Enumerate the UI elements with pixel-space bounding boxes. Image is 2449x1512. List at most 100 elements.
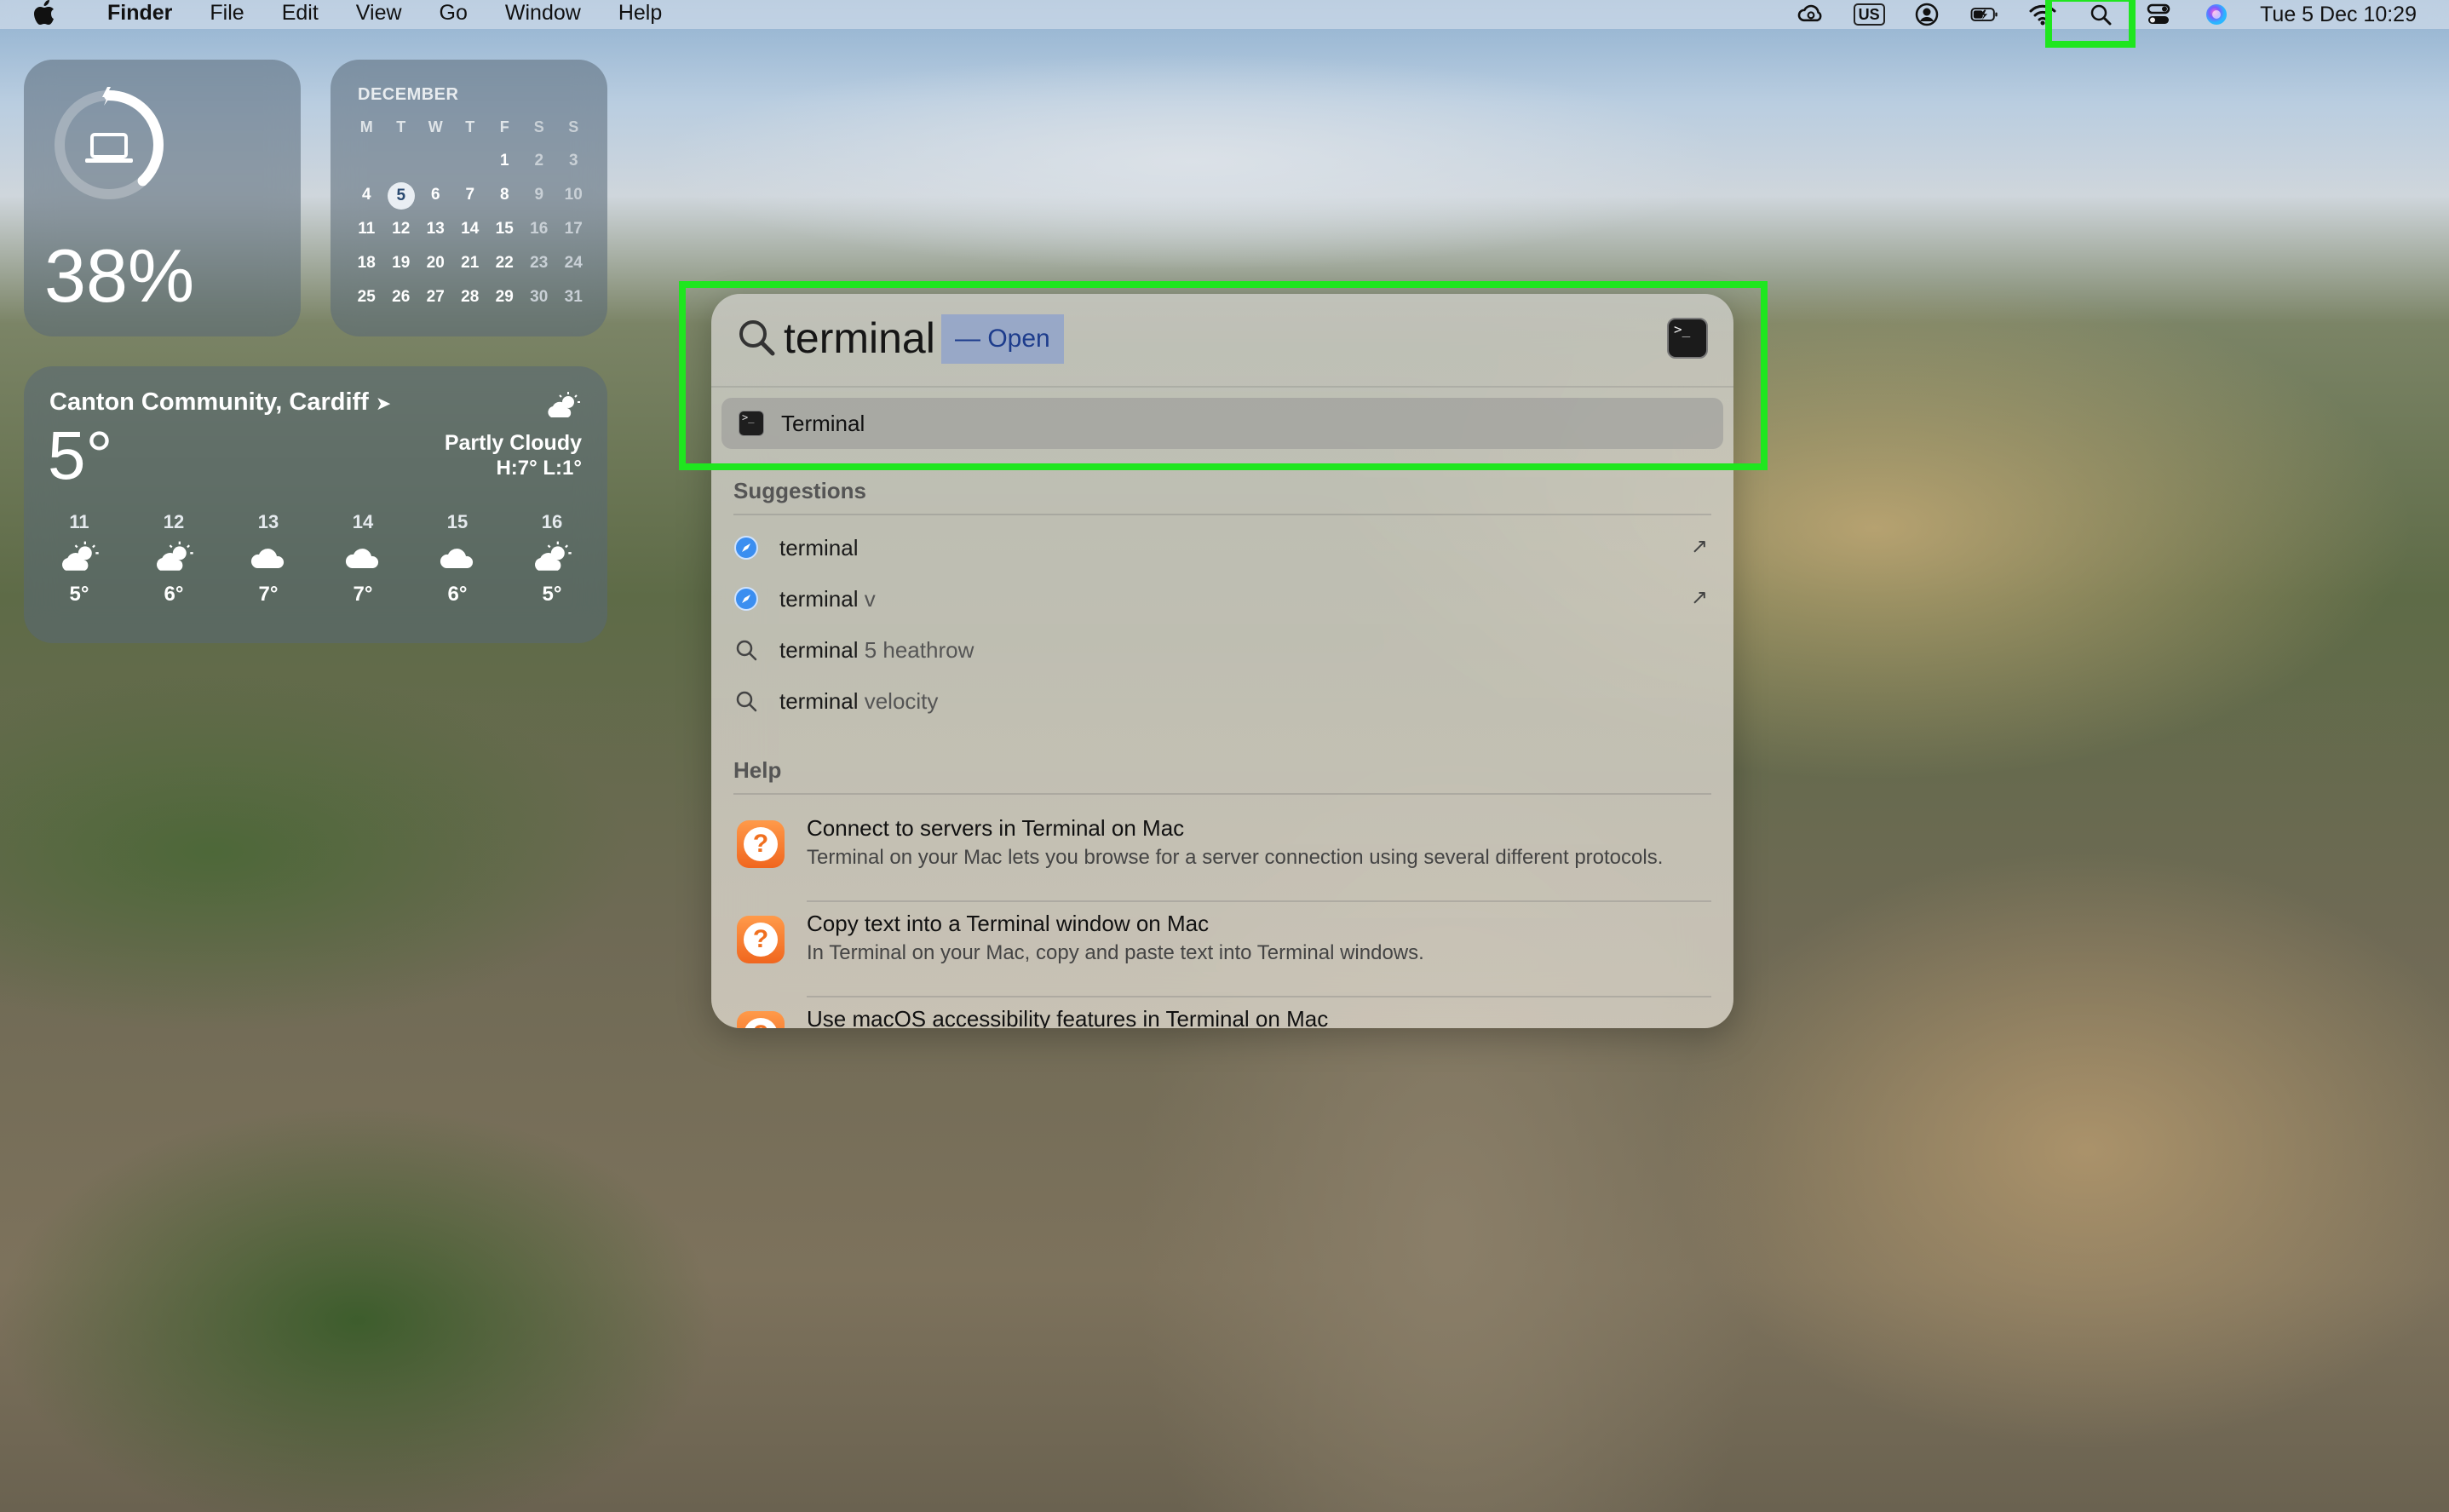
battery-widget[interactable]: 38% [24,60,301,336]
battery-percent: 38% [44,233,195,318]
cloud-icon [230,533,307,583]
suggestion-text: terminal [779,535,859,561]
forecast-day: 11 5° [41,511,118,607]
menu-view[interactable]: View [337,0,421,29]
calendar-widget[interactable]: DECEMBER M T W T F S S 1 2 3 4 5 6 7 8 9 10 11 12 13 14 15 16 1… [331,60,607,336]
keyboard-layout-icon[interactable]: US [1853,2,1885,27]
calendar-day: 22 [495,254,514,272]
weather-location: Canton Community, Cardiff ➤ [49,388,392,416]
weather-condition: Partly Cloudy [444,431,582,455]
help-item[interactable]: ? Connect to servers in Terminal on Mac … [733,808,1711,902]
menu-clock[interactable]: Tue 5 Dec 10:29 [2260,2,2417,27]
menu-help[interactable]: Help [600,0,681,29]
battery-icon[interactable] [1970,2,1999,27]
user-account-icon[interactable] [1912,2,1941,27]
open-arrow-icon: ↗ [1690,586,1708,609]
weather-widget[interactable]: Canton Community, Cardiff ➤ 5° Partly Cl… [24,366,607,643]
calendar-day [418,148,453,174]
forecast-day-label: 11 [69,511,89,532]
calendar-day: 19 [392,254,411,272]
help-book-icon: ? [737,916,785,963]
suggestion-text: terminal velocity [779,688,939,714]
calendar-day: 12 [392,220,411,238]
menu-window[interactable]: Window [486,0,600,29]
calendar-day: 2 [534,152,544,170]
menu-go[interactable]: Go [421,0,486,29]
creative-cloud-icon[interactable] [1797,2,1825,27]
spotlight-search-icon[interactable] [2086,2,2115,27]
menu-file[interactable]: File [191,0,262,29]
calendar-grid: M T W T F S S 1 2 3 4 5 6 7 8 9 10 11 12 13 14 15 16 17 18 19 20 21… [349,114,596,310]
wifi-icon[interactable] [2028,2,2057,27]
forecast-day: 15 6° [419,511,496,607]
cloud-icon [325,533,401,583]
top-hit-label: Terminal [781,411,865,436]
cloud-icon [419,533,496,583]
apple-menu-icon[interactable] [0,0,89,29]
location-arrow-icon: ➤ [375,393,392,414]
calendar-day: 31 [564,288,583,306]
partly-cloudy-icon [135,533,212,583]
calendar-day: 30 [530,288,549,306]
calendar-day: 23 [530,254,549,272]
menu-finder[interactable]: Finder [89,0,191,29]
suggestion-item[interactable]: terminal velocity [733,677,1711,725]
forecast-day: 16 5° [514,511,590,607]
completion-hint: — Open [941,314,1064,364]
forecast-day: 14 7° [325,511,401,607]
safari-icon [734,536,758,560]
divider [807,996,1711,997]
calendar-day: 15 [495,220,514,238]
divider [807,900,1711,902]
forecast-day-label: 14 [352,511,374,532]
weather-forecast: 11 5° 12 6° 13 7° 14 7° 15 6° 16 5° [41,511,590,607]
calendar-day [349,148,384,174]
help-item[interactable]: ? Copy text into a Terminal window on Ma… [733,904,1711,997]
help-title: Copy text into a Terminal window on Mac [807,911,1210,936]
forecast-temp: 7° [258,583,279,606]
help-title: Connect to servers in Terminal on Mac [807,815,1185,841]
search-icon [736,640,757,661]
calendar-day: 26 [392,288,411,306]
menu-edit[interactable]: Edit [263,0,337,29]
help-description: In Terminal on your Mac, copy and paste … [807,941,1424,964]
safari-icon [734,587,758,611]
forecast-day-label: 15 [446,511,469,532]
calendar-day: 13 [426,220,445,238]
forecast-temp: 7° [353,583,373,606]
calendar-weekday: T [465,118,475,135]
calendar-day: 29 [495,288,514,306]
calendar-day: 1 [499,152,509,170]
suggestion-item[interactable]: terminal 5 heathrow [733,626,1711,674]
calendar-weekday: F [499,118,509,135]
keyboard-layout-label: US [1853,3,1885,26]
calendar-day: 18 [357,254,376,272]
calendar-month: DECEMBER [358,85,459,104]
suggestion-item[interactable]: terminal ↗ [733,524,1711,572]
help-header: Help [733,757,782,783]
calendar-day: 7 [465,186,475,204]
partly-cloudy-icon [514,533,590,583]
calendar-day: 3 [568,152,578,170]
control-center-icon[interactable] [2144,2,2173,27]
forecast-temp: 6° [164,583,184,606]
spotlight-search-bar[interactable]: terminal — Open >_ [711,294,1733,388]
calendar-day: 14 [461,220,480,238]
help-description: Terminal on your Mac lets you browse for… [807,846,1664,869]
calendar-day: 28 [461,288,480,306]
siri-icon[interactable] [2202,2,2231,27]
suggestion-item[interactable]: terminal v ↗ [733,575,1711,623]
calendar-weekday: W [428,118,443,135]
battery-ring-icon [55,87,164,199]
forecast-temp: 6° [447,583,468,606]
forecast-day-label: 13 [257,511,279,532]
search-input[interactable]: terminal [784,311,935,365]
calendar-day: 16 [530,220,549,238]
top-hit-terminal[interactable]: >_ Terminal [721,398,1723,449]
help-title: Use macOS accessibility features in Term… [807,1006,1329,1028]
calendar-weekday: S [533,118,544,135]
help-book-icon: ? [737,1011,785,1028]
help-book-icon: ? [737,820,785,868]
help-item[interactable]: ? Use macOS accessibility features in Te… [733,999,1711,1028]
forecast-day-label: 16 [541,511,563,532]
